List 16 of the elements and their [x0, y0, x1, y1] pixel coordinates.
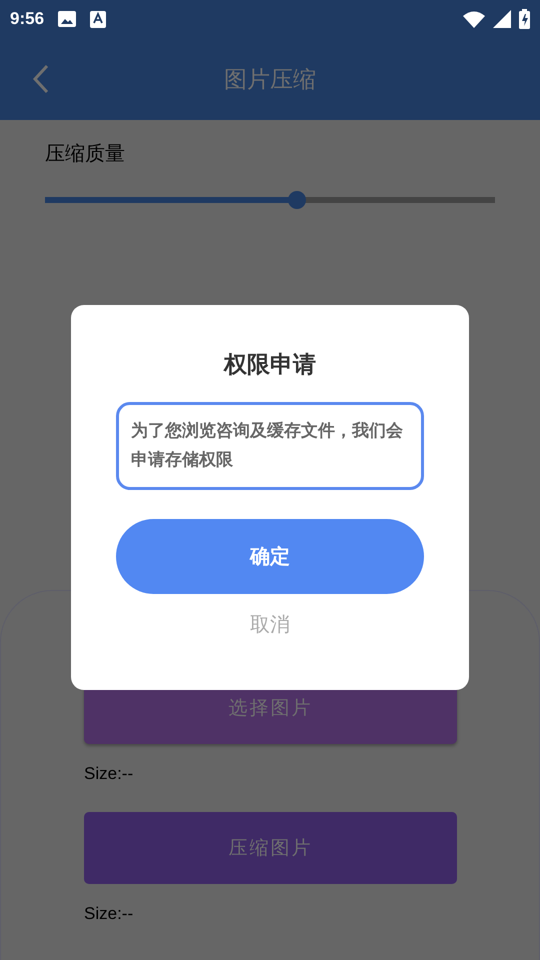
quality-label: 压缩质量 — [45, 140, 126, 167]
wifi-icon — [463, 10, 485, 28]
font-icon — [90, 10, 106, 28]
cancel-button[interactable]: 取消 — [244, 610, 296, 639]
dialog-message: 为了您浏览咨询及缓存文件，我们会申请存储权限 — [116, 402, 424, 490]
confirm-button[interactable]: 确定 — [116, 519, 424, 594]
signal-icon — [493, 10, 511, 28]
status-time: 9:56 — [10, 9, 44, 29]
compress-image-button[interactable]: 压缩图片 — [84, 812, 457, 884]
size-label: Size:-- — [84, 904, 134, 924]
back-icon[interactable] — [32, 64, 50, 94]
screen-title: 图片压缩 — [224, 66, 316, 94]
size-label: Size:-- — [84, 764, 134, 784]
image-icon — [58, 11, 76, 27]
battery-icon — [519, 9, 530, 29]
dialog-title: 权限申请 — [224, 351, 316, 380]
